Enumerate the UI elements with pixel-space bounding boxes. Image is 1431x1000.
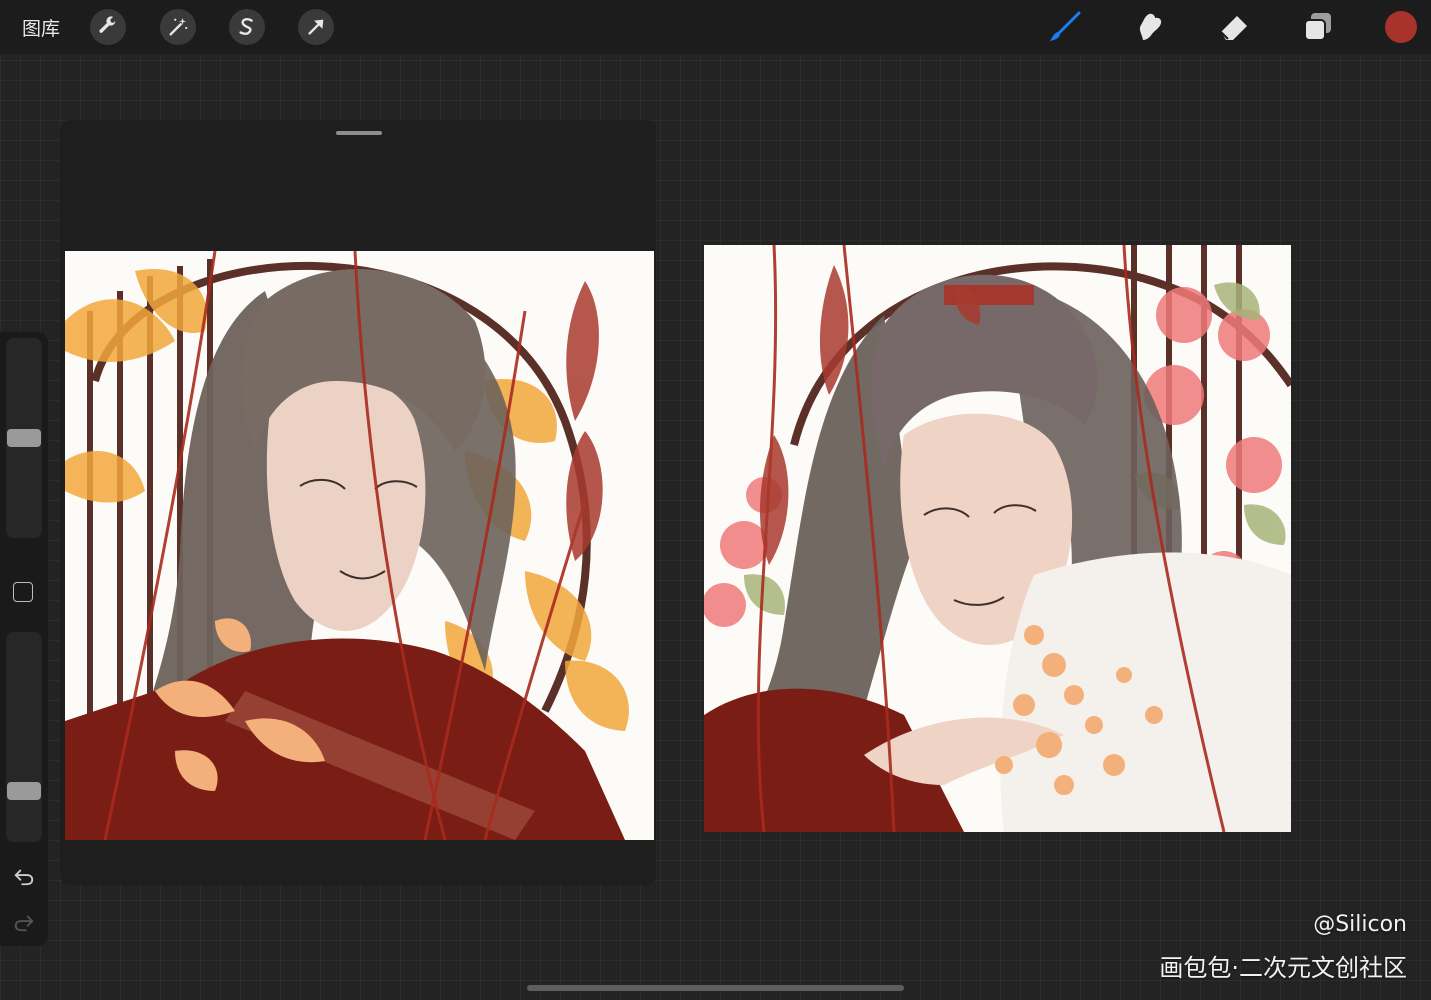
- smudge-tool-button[interactable]: [1133, 10, 1167, 44]
- brush-size-slider[interactable]: [6, 338, 42, 538]
- brush-size-slider-thumb[interactable]: [7, 429, 41, 447]
- undo-button[interactable]: [12, 864, 36, 888]
- eraser-tool-button[interactable]: [1217, 10, 1251, 44]
- watermark-author: @Silicon: [1313, 912, 1407, 937]
- reference-window-handle[interactable]: [336, 131, 382, 135]
- brush-icon: [1050, 11, 1081, 41]
- redo-button[interactable]: [12, 910, 36, 934]
- undo-icon: [14, 869, 34, 886]
- artwork-right-illustration: [704, 245, 1291, 832]
- artwork-left: [65, 251, 654, 840]
- gallery-button[interactable]: 图库: [22, 14, 60, 41]
- selection-button[interactable]: [229, 9, 265, 45]
- layers-icon: [1304, 13, 1331, 41]
- brush-tool-button[interactable]: [1048, 10, 1082, 44]
- top-toolbar: 图库: [0, 0, 1431, 54]
- home-indicator[interactable]: [527, 985, 904, 991]
- opacity-slider[interactable]: [6, 632, 42, 842]
- modify-button[interactable]: [13, 582, 33, 602]
- watermark-site: 画包包·二次元文创社区: [1159, 954, 1407, 982]
- smudge-icon: [1139, 13, 1162, 40]
- wrench-icon: [99, 16, 116, 33]
- artwork-left-illustration: [65, 251, 654, 840]
- layers-button[interactable]: [1301, 10, 1335, 44]
- color-picker-button[interactable]: [1385, 11, 1417, 43]
- opacity-slider-thumb[interactable]: [7, 782, 41, 800]
- selection-s-icon: [239, 18, 253, 35]
- artwork-right: [704, 245, 1291, 832]
- adjustments-button[interactable]: [160, 9, 196, 45]
- eraser-icon: [1220, 16, 1247, 40]
- transform-button[interactable]: [298, 9, 334, 45]
- arrow-cursor-icon: [308, 19, 324, 35]
- magic-wand-icon: [169, 17, 188, 36]
- actions-button[interactable]: [90, 9, 126, 45]
- redo-icon: [14, 915, 34, 932]
- left-sidebar: [0, 332, 48, 946]
